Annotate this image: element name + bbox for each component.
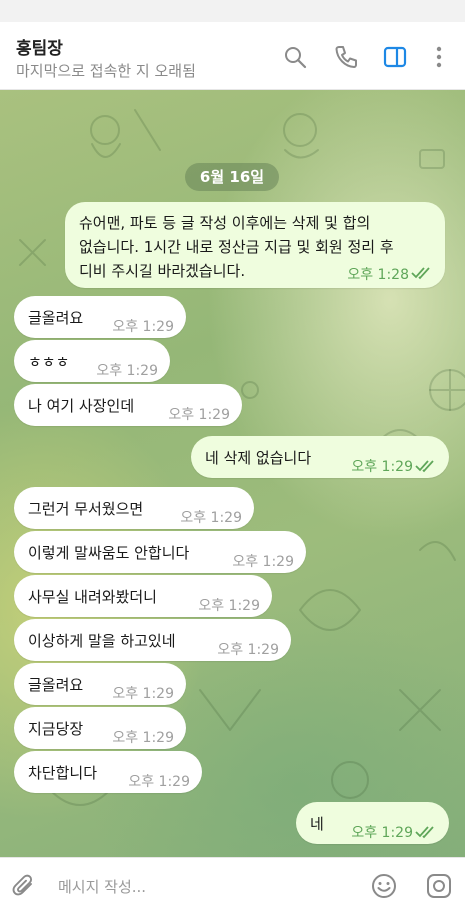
message-bubble-incoming[interactable]: 이렇게 말싸움도 안합니다 오후 1:29	[14, 531, 306, 573]
message-bubble-incoming[interactable]: 이상하게 말을 하고있네 오후 1:29	[14, 619, 291, 661]
message-time: 오후 1:29	[198, 598, 260, 614]
message-text-line: 없습니다. 1시간 내로 정산금 지급 및 회원 정리 후	[79, 238, 394, 256]
message-time: 오후 1:29	[351, 825, 413, 841]
double-check-icon	[411, 266, 435, 280]
message-time: 오후 1:29	[128, 774, 190, 790]
message-bubble-incoming[interactable]: 그런거 무서웠으면 오후 1:29	[14, 487, 254, 529]
sidebar-panel-icon[interactable]	[382, 44, 408, 70]
message-text: 글올려요	[28, 309, 84, 327]
message-text: 사무실 내려와봤더니	[28, 588, 157, 606]
attach-icon[interactable]	[10, 872, 38, 900]
phone-icon[interactable]	[333, 44, 359, 70]
date-label: 6월 16일	[185, 163, 279, 191]
message-text: 그런거 무서웠으면	[28, 500, 144, 518]
double-check-icon	[415, 459, 439, 473]
message-time: 오후 1:29	[112, 319, 174, 335]
message-bubble-incoming[interactable]: 글올려요 오후 1:29	[14, 296, 186, 338]
message-text-line: 디비 주시길 바라겠습니다.	[79, 262, 246, 280]
message-text: ㅎㅎㅎ	[28, 353, 70, 371]
double-check-icon	[415, 825, 439, 839]
message-text: 네	[310, 815, 324, 833]
chat-area[interactable]: 6월 16일 슈어맨, 파토 등 글 작성 이후에는 삭제 및 합의 없습니다.…	[0, 90, 465, 857]
chat-title[interactable]: 홍팀장	[16, 34, 63, 59]
message-time: 오후 1:29	[168, 407, 230, 423]
last-seen-status: 마지막으로 접속한 지 오래됨	[16, 62, 196, 80]
more-vertical-icon[interactable]	[426, 44, 452, 70]
message-input-bar: 메시지 작성...	[0, 857, 465, 916]
search-icon[interactable]	[282, 44, 308, 70]
message-text: 네 삭제 없습니다	[205, 449, 312, 467]
message-time: 오후 1:28	[347, 267, 409, 283]
message-text: 지금당장	[28, 720, 84, 738]
message-bubble-outgoing[interactable]: 슈어맨, 파토 등 글 작성 이후에는 삭제 및 합의 없습니다. 1시간 내로…	[65, 202, 445, 288]
message-time: 오후 1:29	[180, 510, 242, 526]
message-text-line: 슈어맨, 파토 등 글 작성 이후에는 삭제 및 합의	[79, 214, 371, 232]
message-time: 오후 1:29	[112, 686, 174, 702]
message-bubble-incoming[interactable]: 지금당장 오후 1:29	[14, 707, 186, 749]
message-input[interactable]: 메시지 작성...	[58, 876, 146, 897]
message-text: 이상하게 말을 하고있네	[28, 632, 176, 650]
message-bubble-incoming[interactable]: 나 여기 사장인데 오후 1:29	[14, 384, 242, 426]
message-bubble-incoming[interactable]: 사무실 내려와봤더니 오후 1:29	[14, 575, 272, 617]
message-bubble-outgoing[interactable]: 네 삭제 없습니다 오후 1:29	[191, 436, 449, 478]
message-time: 오후 1:29	[232, 554, 294, 570]
message-bubble-incoming[interactable]: 글올려요 오후 1:29	[14, 663, 186, 705]
message-text: 나 여기 사장인데	[28, 397, 135, 415]
message-time: 오후 1:29	[112, 730, 174, 746]
message-bubble-incoming[interactable]: 차단합니다 오후 1:29	[14, 751, 202, 793]
top-strip	[0, 0, 465, 22]
message-bubble-incoming[interactable]: ㅎㅎㅎ 오후 1:29	[14, 340, 170, 382]
camera-icon[interactable]	[425, 872, 453, 900]
message-text: 이렇게 말싸움도 안합니다	[28, 544, 190, 562]
message-text: 차단합니다	[28, 764, 98, 782]
message-time: 오후 1:29	[351, 459, 413, 475]
message-text: 글올려요	[28, 676, 84, 694]
message-time: 오후 1:29	[217, 642, 279, 658]
message-time: 오후 1:29	[96, 363, 158, 379]
emoji-icon[interactable]	[370, 872, 398, 900]
chat-header: 홍팀장 마지막으로 접속한 지 오래됨	[0, 22, 465, 90]
message-bubble-outgoing[interactable]: 네 오후 1:29	[296, 802, 449, 844]
